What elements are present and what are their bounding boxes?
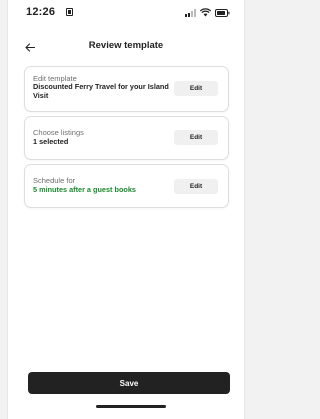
wifi-icon — [200, 8, 211, 17]
schedule-card: Schedule for 5 minutes after a guest boo… — [24, 164, 229, 208]
sim-icon — [66, 8, 73, 16]
save-button[interactable]: Save — [28, 372, 230, 394]
card-label: Choose listings — [33, 128, 84, 137]
card-label: Schedule for — [33, 176, 76, 185]
phone-screen: 12:26 Review template Edit template Disc… — [7, 0, 245, 419]
edit-schedule-button[interactable]: Edit — [174, 179, 218, 194]
battery-icon — [215, 9, 230, 17]
edit-template-button[interactable]: Edit — [174, 81, 218, 96]
edit-listings-button[interactable]: Edit — [174, 130, 218, 145]
status-time: 12:26 — [26, 6, 56, 18]
status-indicators — [185, 8, 230, 17]
edit-template-card: Edit template Discounted Ferry Travel fo… — [24, 66, 229, 112]
nav-bar: Review template — [8, 36, 244, 58]
card-value: 5 minutes after a guest books — [33, 185, 136, 194]
choose-listings-card: Choose listings 1 selected Edit — [24, 116, 229, 160]
status-bar: 12:26 — [8, 0, 244, 28]
card-value: 1 selected — [33, 137, 69, 146]
card-value: Discounted Ferry Travel for your Island … — [33, 82, 169, 100]
home-indicator — [96, 405, 166, 408]
page-title: Review template — [88, 40, 164, 51]
signal-icon — [185, 9, 196, 17]
